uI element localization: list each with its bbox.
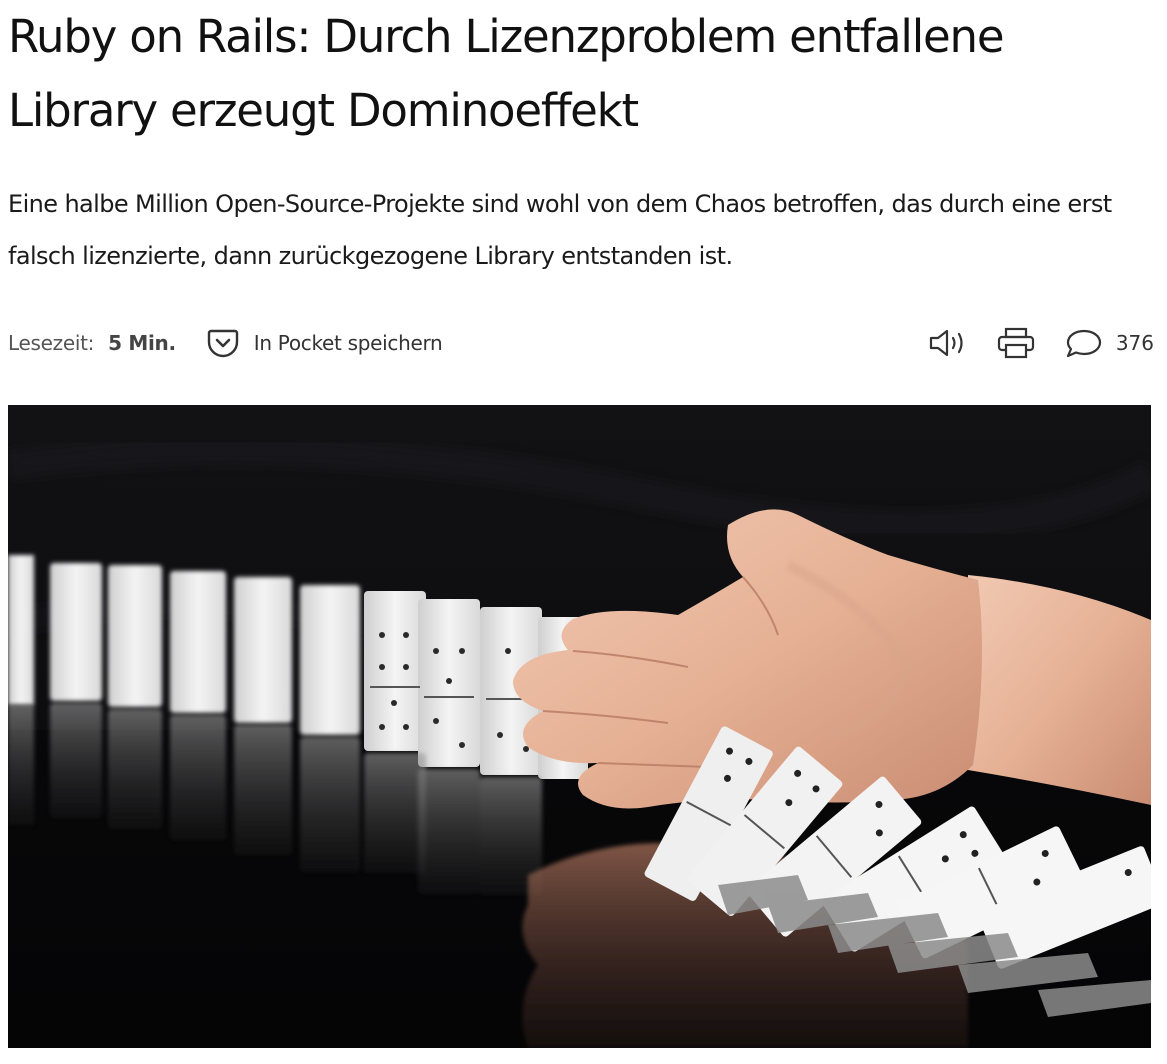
hero-image: [8, 405, 1151, 1048]
article-header: Ruby on Rails: Durch Lizenzproblem entfa…: [0, 0, 1167, 1064]
comment-bubble-icon: [1064, 327, 1104, 359]
pocket-save-label: In Pocket speichern: [253, 331, 443, 355]
article-meta-bar: Lesezeit: 5 Min. In Pocket speichern 376: [8, 318, 1154, 368]
article-lead: Eine halbe Million Open-Source-Projekte …: [8, 190, 1112, 270]
audio-button[interactable]: [928, 327, 968, 359]
reading-time-value: 5 Min.: [108, 331, 176, 355]
print-button[interactable]: [996, 326, 1036, 360]
comment-count: 376: [1115, 331, 1154, 355]
article-title: Ruby on Rails: Durch Lizenzproblem entfa…: [8, 10, 1005, 137]
printer-icon: [996, 326, 1036, 360]
comments-button[interactable]: 376: [1064, 327, 1154, 359]
pocket-icon: [206, 326, 240, 360]
reading-time-label: Lesezeit:: [8, 331, 95, 355]
pocket-save-button[interactable]: In Pocket speichern: [206, 326, 443, 360]
domino-hand-illustration: [8, 405, 1151, 1048]
meta-tools: 376: [928, 326, 1154, 360]
speaker-icon: [928, 327, 968, 359]
meta-left: Lesezeit: 5 Min. In Pocket speichern: [8, 326, 443, 360]
